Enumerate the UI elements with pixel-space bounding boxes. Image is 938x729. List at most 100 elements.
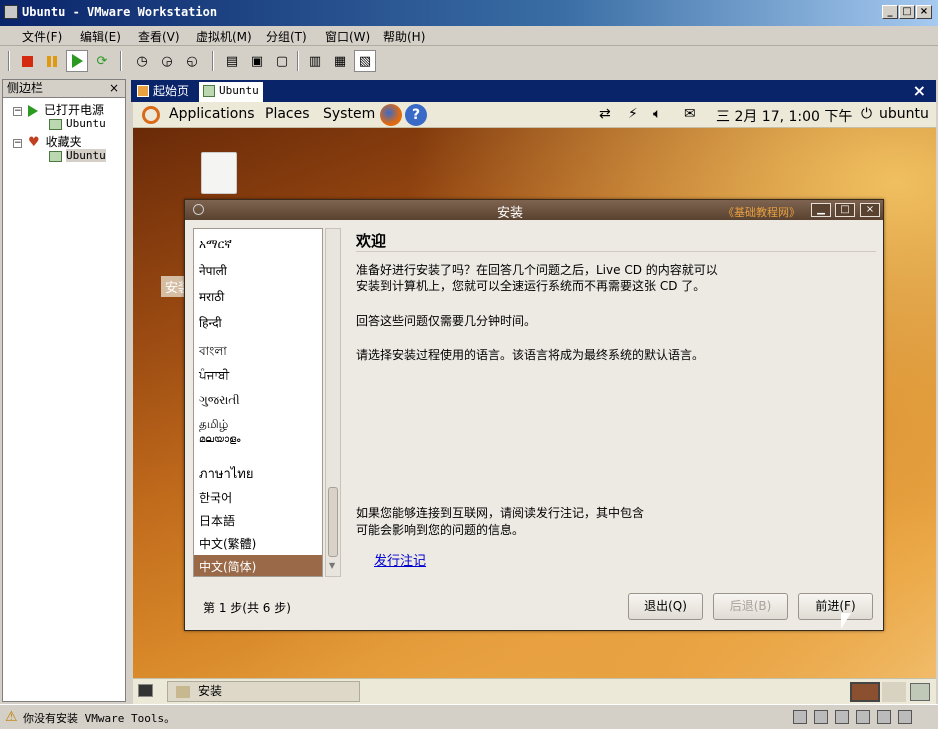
help-icon[interactable]: ? — [405, 104, 427, 126]
minimize-button[interactable]: _ — [882, 5, 898, 19]
tab-home[interactable]: 起始页 — [133, 82, 196, 102]
mouse-cursor-icon — [841, 613, 851, 629]
list-item[interactable]: বাংলা — [199, 343, 227, 363]
ubuntu-logo-icon — [142, 106, 160, 124]
stop-icon[interactable] — [16, 50, 38, 72]
show-desktop-icon[interactable] — [138, 684, 153, 697]
intro-paragraph-2: 回答这些问题仅需要几分钟时间。 — [356, 314, 537, 328]
clock[interactable]: 三 2月 17, 1:00 下午 — [716, 106, 852, 126]
vm-icon — [49, 150, 62, 162]
scrollbar-thumb[interactable] — [328, 487, 338, 557]
list-item-selected[interactable]: 中文(简体) — [199, 558, 256, 575]
menu-view[interactable]: 查看(V) — [138, 28, 180, 45]
pause-icon[interactable] — [41, 50, 63, 72]
network-icon[interactable]: ⇄ — [599, 106, 611, 122]
back-button[interactable]: 后退(B) — [713, 593, 788, 620]
list-item[interactable]: ภาษาไทย — [199, 463, 253, 484]
list-item[interactable]: മലയാളം — [199, 434, 240, 445]
list-item[interactable]: ਪੰਜਾਬੀ — [199, 368, 229, 383]
taskbar-install[interactable]: 安装 — [167, 681, 360, 702]
window-titlebar: Ubuntu - VMware Workstation _ □ × — [0, 0, 938, 26]
menu-team[interactable]: 分组(T) — [266, 28, 307, 45]
collapse-icon[interactable]: − — [13, 138, 22, 148]
mail-icon[interactable]: ✉ — [684, 106, 696, 122]
language-scrollbar[interactable]: ▼ — [325, 228, 341, 577]
vmware-app-icon — [4, 5, 18, 19]
toolbar-separator — [8, 51, 10, 71]
tree-powered-on[interactable]: − 已打开电源 — [13, 101, 104, 118]
menu-vm[interactable]: 虚拟机(M) — [196, 28, 252, 45]
collapse-icon[interactable]: − — [13, 106, 22, 116]
appliance-icon[interactable]: ▧ — [354, 50, 376, 72]
trash-icon[interactable] — [910, 683, 930, 701]
dialog-maximize-button[interactable]: □ — [835, 203, 855, 217]
fullscreen-icon[interactable]: ▣ — [246, 50, 268, 72]
release-notes-link[interactable]: 发行注记 — [374, 550, 426, 569]
language-list[interactable]: አማርኛ नेपाली मराठी हिन्दी বাংলা ਪੰਜਾਬੀ ગુ… — [193, 228, 323, 577]
menu-window[interactable]: 窗口(W) — [325, 28, 370, 45]
list-item[interactable]: नेपाली — [199, 262, 227, 279]
vm-icon — [49, 118, 62, 130]
tree-favorites[interactable]: − ♥ 收藏夹 — [13, 133, 82, 150]
vm-icon — [203, 85, 215, 97]
menu-file[interactable]: 文件(F) — [22, 28, 62, 45]
firefox-icon[interactable] — [380, 104, 402, 126]
tree-fav-ubuntu[interactable]: Ubuntu — [49, 149, 106, 162]
menu-system[interactable]: System — [323, 106, 375, 122]
sidebar-header: 侧边栏 × — [3, 80, 125, 98]
notes-line-2: 可能会影响到您的问题的信息。 — [356, 523, 525, 537]
close-button[interactable]: × — [916, 5, 932, 19]
dialog-minimize-button[interactable]: ▁ — [811, 203, 831, 217]
notes-line-1: 如果您能够连接到互联网，请阅读发行注记，其中包含 — [356, 506, 645, 520]
list-item[interactable]: 日本語 — [199, 512, 235, 529]
power-icon[interactable]: ⏻ — [861, 106, 872, 122]
forward-button[interactable]: 前进(F) — [798, 593, 873, 620]
tree-vm-label: Ubuntu — [66, 117, 106, 130]
play-icon[interactable] — [66, 50, 88, 72]
device-messages-icon[interactable] — [898, 710, 912, 724]
summary-icon[interactable]: ▥ — [304, 50, 326, 72]
menu-help[interactable]: 帮助(H) — [383, 28, 425, 45]
user-name[interactable]: ubuntu — [879, 106, 929, 122]
revert-icon[interactable]: ◶ — [156, 50, 178, 72]
list-item[interactable]: हिन्दी — [199, 314, 222, 331]
list-item[interactable]: 中文(繁體) — [199, 535, 256, 552]
snapshot-icon[interactable]: ◷ — [131, 50, 153, 72]
sidebar-view-icon[interactable]: ▤ — [221, 50, 243, 72]
list-item[interactable]: አማርኛ — [199, 237, 232, 252]
menu-applications[interactable]: Applications — [169, 106, 255, 122]
list-item[interactable]: தமிழ் — [199, 417, 228, 433]
maximize-button[interactable]: □ — [899, 5, 915, 19]
menu-places[interactable]: Places — [265, 106, 310, 122]
sidebar-close-icon[interactable]: × — [109, 80, 119, 97]
heading-divider — [356, 251, 876, 252]
device-usb-icon[interactable] — [856, 710, 870, 724]
status-message: 你没有安装 VMware Tools。 — [23, 712, 176, 725]
gnome-top-panel: Applications Places System ? ⇄ ⚡ 🔈︎ ✉ 三 … — [133, 102, 936, 128]
volume-icon[interactable]: 🔈︎ — [653, 106, 661, 122]
tab-close-icon[interactable]: × — [913, 81, 926, 100]
console-icon[interactable]: ▦ — [329, 50, 351, 72]
list-item[interactable]: मराठी — [199, 288, 224, 305]
device-hdd-icon[interactable] — [793, 710, 807, 724]
quit-button[interactable]: 退出(Q) — [628, 593, 703, 620]
quick-switch-icon[interactable]: ▢ — [271, 50, 293, 72]
file-icon[interactable] — [201, 152, 237, 194]
workspace-1[interactable] — [850, 682, 880, 702]
manage-snapshots-icon[interactable]: ◵ — [181, 50, 203, 72]
menu-edit[interactable]: 编辑(E) — [80, 28, 121, 45]
tree-vm-ubuntu[interactable]: Ubuntu — [49, 117, 106, 130]
device-network-icon[interactable] — [835, 710, 849, 724]
tab-ubuntu[interactable]: Ubuntu — [199, 82, 263, 102]
dialog-close-button[interactable]: × — [860, 203, 880, 217]
workspace-2[interactable] — [882, 682, 906, 702]
list-item[interactable]: ગુજરાતી — [199, 393, 240, 408]
list-item[interactable]: 한국어 — [199, 489, 232, 506]
intro-paragraph-3: 请选择安装过程使用的语言。该语言将成为最终系统的默认语言。 — [356, 348, 705, 362]
device-cdrom-icon[interactable] — [814, 710, 828, 724]
reset-icon[interactable]: ⟳ — [91, 50, 113, 72]
connection-icon[interactable]: ⚡ — [628, 106, 638, 122]
scroll-down-icon[interactable]: ▼ — [329, 561, 335, 570]
intro-line-2: 安装到计算机上，您就可以全速运行系统而不再需要这张 CD 了。 — [356, 279, 706, 293]
device-sound-icon[interactable] — [877, 710, 891, 724]
